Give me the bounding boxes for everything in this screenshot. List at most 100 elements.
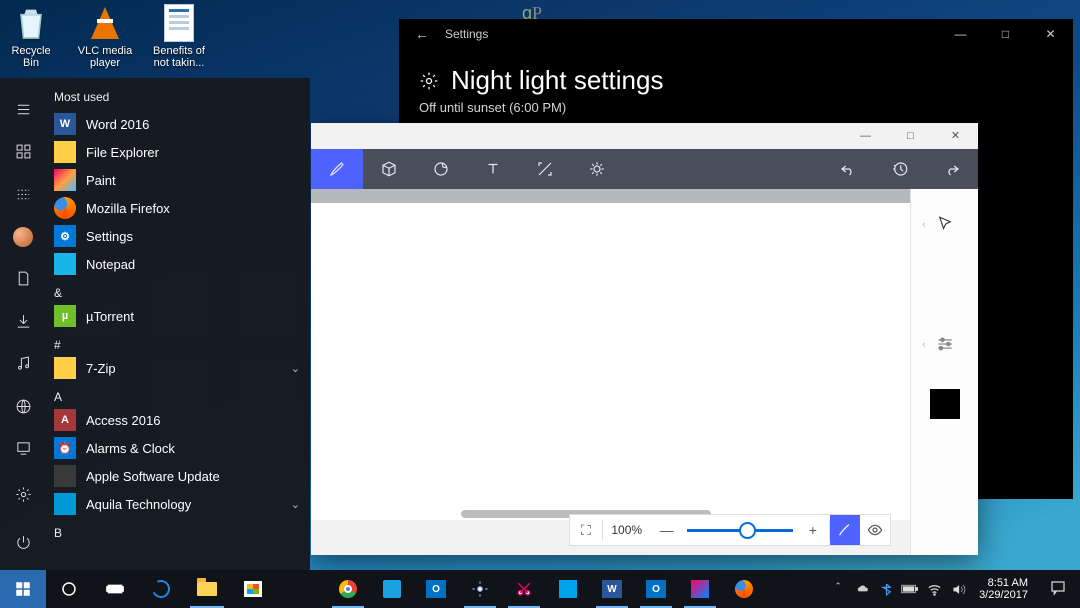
recycle-bin-label: Recycle Bin — [11, 45, 50, 69]
letter-amp[interactable]: & — [46, 278, 310, 302]
app-aquila[interactable]: Aquila Technology⌄ — [46, 490, 310, 518]
history-button[interactable] — [874, 149, 926, 189]
downloads-icon[interactable] — [0, 310, 46, 332]
zoom-slider[interactable] — [687, 529, 793, 532]
color-swatch[interactable] — [920, 379, 970, 429]
app-alarms[interactable]: ⏰Alarms & Clock — [46, 434, 310, 462]
document-label: Benefits of not takin... — [153, 45, 205, 69]
settings-titlebar[interactable]: ← Settings — □ ✕ — [399, 19, 1073, 49]
letter-hash[interactable]: # — [46, 330, 310, 354]
zoom-out-button[interactable]: — — [651, 522, 683, 538]
sticker-tool[interactable] — [415, 149, 467, 189]
app-access[interactable]: AAccess 2016 — [46, 406, 310, 434]
taskbar-outlook2[interactable]: O — [634, 570, 678, 608]
taskbar-explorer[interactable] — [184, 570, 230, 608]
fit-screen-button[interactable]: ⛶ — [570, 522, 602, 539]
app-7zip[interactable]: 7-Zip⌄ — [46, 354, 310, 382]
taskbar-clock[interactable]: 8:51 AM 3/29/2017 — [973, 577, 1034, 601]
app-settings[interactable]: ⚙Settings — [46, 222, 310, 250]
minimize-button[interactable]: — — [843, 123, 888, 149]
recycle-bin-icon[interactable]: Recycle Bin — [3, 3, 59, 69]
close-button[interactable]: ✕ — [933, 123, 978, 149]
document-shortcut-icon[interactable]: Benefits of not takin... — [151, 3, 207, 69]
user-avatar[interactable] — [0, 225, 46, 247]
paint-canvas[interactable] — [311, 203, 910, 520]
taskbar-store[interactable] — [230, 570, 276, 608]
app-notepad[interactable]: Notepad — [46, 250, 310, 278]
app-firefox[interactable]: Mozilla Firefox — [46, 194, 310, 222]
redo-button[interactable] — [926, 149, 978, 189]
personalize-icon[interactable] — [0, 438, 46, 460]
taskbar-app3[interactable] — [546, 570, 590, 608]
undo-button[interactable] — [822, 149, 874, 189]
canvas-tool[interactable] — [519, 149, 571, 189]
hamburger-icon[interactable] — [0, 98, 46, 120]
start-rail — [0, 78, 46, 570]
settings-icon[interactable] — [0, 480, 46, 508]
maximize-button[interactable]: □ — [983, 19, 1028, 49]
tray-bluetooth-icon[interactable] — [877, 570, 895, 608]
taskview-button[interactable] — [92, 570, 138, 608]
maximize-button[interactable]: □ — [888, 123, 933, 149]
taskbar-edge[interactable] — [138, 570, 184, 608]
adjust-tool[interactable]: ‹ — [920, 319, 970, 369]
tool-sidebar: ‹ ‹ — [910, 189, 978, 555]
taskbar-word[interactable]: W — [590, 570, 634, 608]
start-app-list[interactable]: Most used WWord 2016 File Explorer Paint… — [46, 78, 310, 570]
clock-time: 8:51 AM — [979, 577, 1028, 589]
taskbar-chrome[interactable] — [326, 570, 370, 608]
tray-wifi-icon[interactable] — [925, 570, 943, 608]
text-tool[interactable] — [467, 149, 519, 189]
chevron-down-icon: ⌄ — [291, 498, 300, 511]
documents-icon[interactable] — [0, 268, 46, 290]
taskbar-firefox[interactable] — [722, 570, 766, 608]
app-paint[interactable]: Paint — [46, 166, 310, 194]
cortana-button[interactable] — [46, 570, 92, 608]
start-button[interactable] — [0, 570, 46, 608]
edit-mode-button[interactable] — [830, 515, 860, 545]
app-utorrent[interactable]: µµTorrent — [46, 302, 310, 330]
clock-date: 3/29/2017 — [979, 589, 1028, 601]
letter-b[interactable]: B — [46, 518, 310, 542]
page-title-text: Night light settings — [451, 65, 663, 96]
app-word[interactable]: WWord 2016 — [46, 110, 310, 138]
paint3d-toolbar — [311, 149, 978, 189]
zoom-in-button[interactable]: + — [797, 522, 829, 538]
all-apps-icon[interactable] — [0, 183, 46, 205]
taskbar-settings[interactable] — [458, 570, 502, 608]
power-icon[interactable] — [0, 528, 46, 556]
taskbar-snip[interactable] — [502, 570, 546, 608]
letter-a[interactable]: A — [46, 382, 310, 406]
view-mode-button[interactable] — [860, 515, 890, 545]
app-file-explorer[interactable]: File Explorer — [46, 138, 310, 166]
taskbar-paint3d[interactable] — [678, 570, 722, 608]
system-tray: ＾ 8:51 AM 3/29/2017 — [829, 570, 1080, 608]
tray-onedrive-icon[interactable] — [853, 570, 871, 608]
page-subtitle: Off until sunset (6:00 PM) — [419, 100, 1053, 115]
marker-tool[interactable] — [920, 259, 970, 309]
tray-chevron-icon[interactable]: ＾ — [829, 570, 847, 608]
most-used-header: Most used — [46, 84, 310, 110]
paint3d-titlebar[interactable]: — □ ✕ — [311, 123, 978, 149]
tray-volume-icon[interactable] — [949, 570, 967, 608]
start-menu: Most used WWord 2016 File Explorer Paint… — [0, 78, 310, 570]
network-icon[interactable] — [0, 395, 46, 417]
3d-tool[interactable] — [363, 149, 415, 189]
taskbar-outlook[interactable]: O — [414, 570, 458, 608]
cursor-tool[interactable]: ‹ — [920, 199, 970, 249]
minimize-button[interactable]: — — [938, 19, 983, 49]
app-apple-update[interactable]: Apple Software Update — [46, 462, 310, 490]
back-button[interactable]: ← — [399, 26, 445, 42]
settings-title-label: Settings — [445, 27, 488, 41]
tray-battery-icon[interactable] — [901, 570, 919, 608]
close-button[interactable]: ✕ — [1028, 19, 1073, 49]
gear-icon — [419, 71, 439, 91]
vlc-icon[interactable]: VLC media player — [77, 3, 133, 69]
effects-tool[interactable] — [571, 149, 623, 189]
music-icon[interactable] — [0, 353, 46, 375]
taskbar-app1[interactable] — [370, 570, 414, 608]
zoom-value: 100% — [603, 523, 651, 537]
brush-tool[interactable] — [311, 149, 363, 189]
tiles-icon[interactable] — [0, 140, 46, 162]
action-center-button[interactable] — [1040, 579, 1076, 600]
